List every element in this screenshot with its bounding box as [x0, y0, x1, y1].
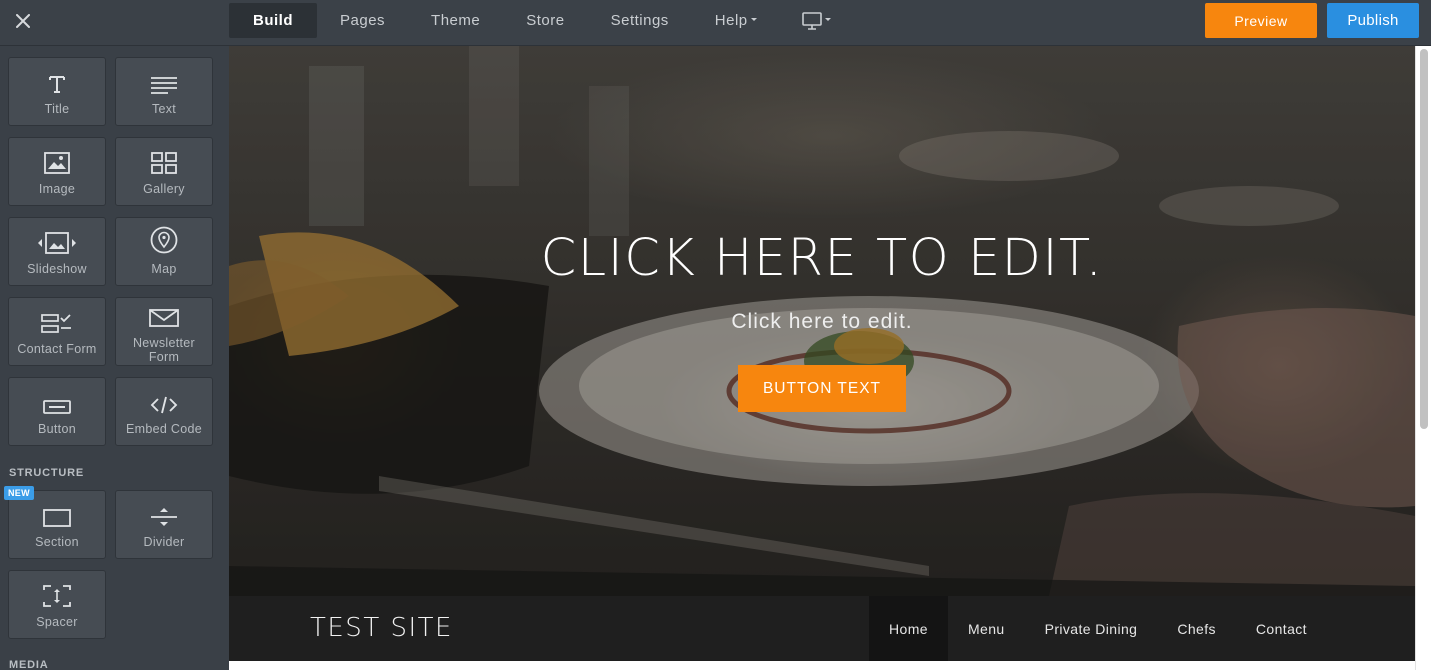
divider-icon	[151, 508, 177, 526]
map-pin-icon	[150, 226, 178, 254]
element-embed-code[interactable]: Embed Code	[115, 377, 213, 446]
contact-form-icon	[41, 314, 71, 333]
code-icon	[150, 396, 178, 414]
title-T-icon	[49, 76, 65, 93]
spacer-icon	[43, 585, 71, 607]
site-nav-private-dining[interactable]: Private Dining	[1025, 596, 1158, 661]
editor-topbar: Build Pages Theme Store Settings Help Pr…	[0, 0, 1431, 46]
element-newsletter-form[interactable]: Newsletter Form	[115, 297, 213, 366]
preview-button[interactable]: Preview	[1205, 3, 1317, 38]
nav-store[interactable]: Store	[503, 3, 587, 38]
media-heading: MEDIA	[9, 659, 49, 670]
image-icon	[44, 152, 70, 174]
structure-heading: STRUCTURE	[9, 467, 85, 479]
new-badge: NEW	[4, 486, 34, 500]
site-nav-home[interactable]: Home	[869, 596, 948, 661]
elements-sidebar: Title Text Image Gallery Slideshow Map C…	[0, 46, 229, 670]
element-button[interactable]: Button	[8, 377, 106, 446]
close-icon	[16, 14, 30, 28]
site-canvas: CLICK HERE TO EDIT. Click here to edit. …	[229, 46, 1415, 670]
nav-help[interactable]: Help	[692, 3, 780, 38]
hero-cta-button[interactable]: BUTTON TEXT	[738, 365, 906, 412]
page-body-start	[229, 661, 1415, 670]
editor-nav: Build Pages Theme Store Settings Help	[229, 3, 849, 38]
site-nav-chefs[interactable]: Chefs	[1157, 596, 1236, 661]
envelope-icon	[149, 309, 179, 327]
element-title[interactable]: Title	[8, 57, 106, 126]
nav-settings[interactable]: Settings	[588, 3, 692, 38]
site-header: TEST SITE Home Menu Private Dining Chefs…	[229, 596, 1415, 661]
element-slideshow[interactable]: Slideshow	[8, 217, 106, 286]
publish-button[interactable]: Publish	[1327, 3, 1419, 38]
slideshow-icon	[38, 232, 76, 254]
canvas-scrollbar[interactable]	[1415, 46, 1431, 670]
hero-section[interactable]: CLICK HERE TO EDIT. Click here to edit. …	[229, 46, 1415, 596]
text-lines-icon	[151, 77, 177, 94]
hero-subtitle[interactable]: Click here to edit.	[229, 310, 1415, 334]
device-preview-toggle[interactable]	[780, 3, 849, 38]
nav-pages[interactable]: Pages	[317, 3, 408, 38]
element-text[interactable]: Text	[115, 57, 213, 126]
section-icon	[43, 509, 71, 527]
site-nav-menu[interactable]: Menu	[948, 596, 1025, 661]
site-nav-contact[interactable]: Contact	[1236, 596, 1327, 661]
close-editor-button[interactable]	[0, 0, 46, 42]
element-map[interactable]: Map	[115, 217, 213, 286]
element-spacer[interactable]: Spacer	[8, 570, 106, 639]
site-title[interactable]: TEST SITE	[310, 613, 453, 643]
element-divider[interactable]: Divider	[115, 490, 213, 559]
nav-theme[interactable]: Theme	[408, 3, 503, 38]
element-contact-form[interactable]: Contact Form	[8, 297, 106, 366]
gallery-grid-icon	[151, 152, 177, 174]
caret-down-icon	[750, 18, 757, 21]
site-nav: Home Menu Private Dining Chefs Contact	[869, 596, 1327, 661]
hero-title[interactable]: CLICK HERE TO EDIT.	[229, 229, 1415, 288]
element-section[interactable]: Section	[8, 490, 106, 559]
scrollbar-thumb[interactable]	[1420, 49, 1428, 429]
desktop-monitor-icon	[801, 11, 822, 30]
element-image[interactable]: Image	[8, 137, 106, 206]
element-gallery[interactable]: Gallery	[115, 137, 213, 206]
caret-down-icon	[824, 18, 831, 21]
nav-build[interactable]: Build	[229, 3, 317, 38]
button-icon	[43, 400, 71, 414]
